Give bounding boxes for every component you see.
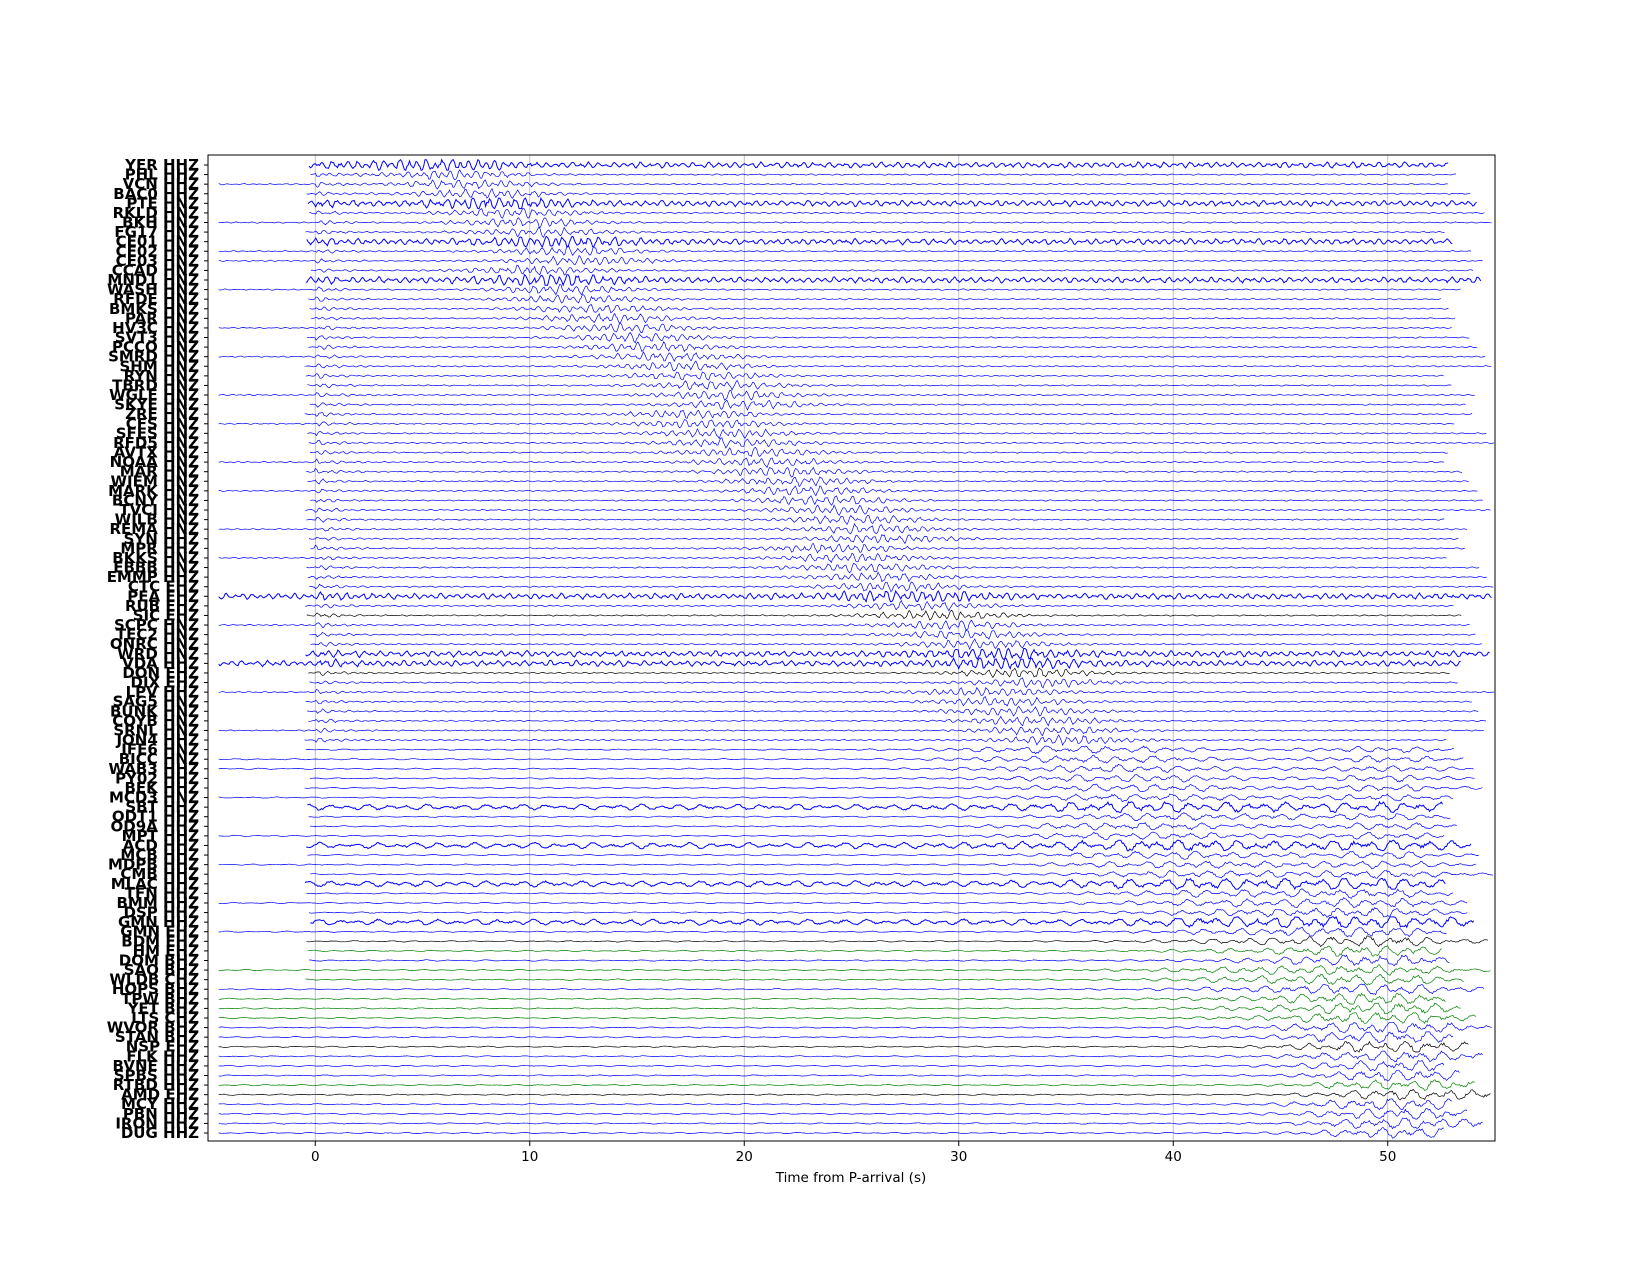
x-tick-label: 10 bbox=[521, 1149, 538, 1165]
x-tick-label: 0 bbox=[311, 1149, 320, 1165]
x-tick-label: 40 bbox=[1165, 1149, 1182, 1165]
x-axis-label: Time from P-arrival (s) bbox=[775, 1170, 927, 1186]
seismogram-figure: YER HHZPHL HHZVCN HHZBAC0 HHZPTE HNZRKLD… bbox=[107, 154, 1496, 1186]
x-tick-label: 50 bbox=[1379, 1149, 1396, 1165]
station-label: DUG HHZ bbox=[121, 1124, 199, 1142]
station-labels: YER HHZPHL HHZVCN HHZBAC0 HHZPTE HNZRKLD… bbox=[107, 156, 208, 1142]
x-tick-label: 30 bbox=[950, 1149, 967, 1165]
x-axis-ticks: 0 10 20 30 40 50 bbox=[311, 1141, 1396, 1165]
plot-area bbox=[208, 155, 1495, 1141]
x-tick-label: 20 bbox=[736, 1149, 753, 1165]
